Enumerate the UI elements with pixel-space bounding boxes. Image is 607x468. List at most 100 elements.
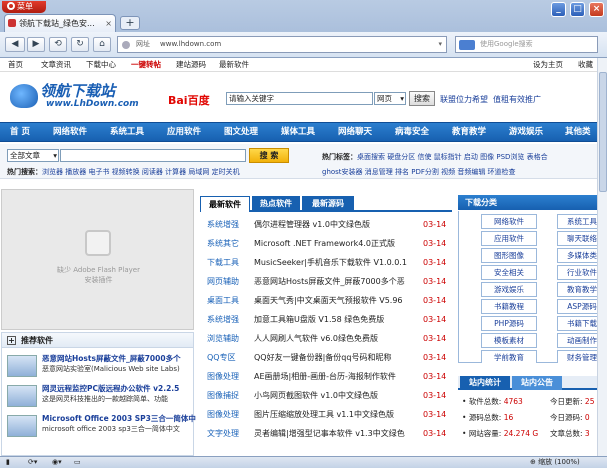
- hot-tags-row2[interactable]: ghost安装器 消息管理 排名 PDF分割 视频 音频编辑 环道检查: [322, 167, 516, 177]
- recommend-item[interactable]: Microsoft Office 2003 SP3三合一简体中 microsoft…: [7, 413, 196, 439]
- item-category[interactable]: 图像捕捉: [207, 386, 239, 406]
- flash-install-link[interactable]: 安装插件: [2, 275, 195, 285]
- nav-graphics[interactable]: 图文处理: [224, 123, 258, 142]
- list-item[interactable]: 下载工具 MusicSeeker|手机音乐下载软件 V1.0.0.1 03-14: [203, 253, 453, 273]
- speed-icon[interactable]: ◉▾: [52, 457, 62, 468]
- vertical-scrollbar[interactable]: [597, 58, 607, 456]
- forward-button[interactable]: ▶: [27, 37, 45, 52]
- list-item[interactable]: QQ专区 QQ好友一键备份器|备份qq号码和昵称 03-14: [203, 348, 453, 368]
- top-link-downloads[interactable]: 下载中心: [86, 58, 116, 71]
- item-category[interactable]: QQ专区: [207, 348, 236, 368]
- item-category[interactable]: 网页辅助: [207, 272, 239, 292]
- item-category[interactable]: 下载工具: [207, 253, 239, 273]
- list-item[interactable]: 浏览辅助 人人网刷人气软件 v6.0绿色免费版 03-14: [203, 329, 453, 349]
- nav-other[interactable]: 其他类: [565, 123, 591, 142]
- item-category[interactable]: 文字处理: [207, 424, 239, 444]
- panel-toggle-icon[interactable]: ▮: [6, 457, 10, 468]
- item-category[interactable]: 系统增强: [207, 310, 239, 330]
- address-dropdown-icon[interactable]: ▾: [438, 37, 442, 52]
- scrollbar-thumb[interactable]: [599, 72, 607, 192]
- search-engine-icon[interactable]: [459, 40, 475, 50]
- list-item[interactable]: 桌面工具 桌面天气秀|中文桌面天气预报软件 V5.96 03-14: [203, 291, 453, 311]
- header-link-2[interactable]: 值租有效推广: [493, 94, 541, 105]
- category-link[interactable]: 模板素材: [481, 333, 537, 348]
- address-bar[interactable]: 网址 www.lhdown.com ▾: [117, 36, 447, 53]
- item-title[interactable]: 加意工具箱U盘版 V1.58 绿色免费版: [254, 310, 421, 330]
- top-link-repost[interactable]: 一键转帖: [131, 58, 161, 71]
- category-link[interactable]: 图形图像: [481, 248, 537, 263]
- tab-site-notice[interactable]: 站内公告: [512, 376, 562, 390]
- item-title[interactable]: 人人网刷人气软件 v6.0绿色免费版: [254, 329, 421, 349]
- item-category[interactable]: 系统增强: [207, 215, 239, 235]
- nav-apps[interactable]: 应用软件: [167, 123, 201, 142]
- item-title[interactable]: 灵者编辑|增强型记事本软件 v1.3中文绿色: [254, 424, 421, 444]
- item-category[interactable]: 系统其它: [207, 234, 239, 254]
- list-item[interactable]: 图像处理 AE画册场|相册-画册-台历-海报制作软件 03-14: [203, 367, 453, 387]
- item-title[interactable]: 小鸟网页截图软件 v1.0中文绿色版: [254, 386, 421, 406]
- category-link[interactable]: 应用软件: [481, 231, 537, 246]
- top-link-latest[interactable]: 最新软件: [219, 58, 249, 71]
- site-search-input[interactable]: [60, 149, 246, 162]
- rewind-button[interactable]: ⟲: [49, 37, 67, 52]
- site-logo[interactable]: 领航下载站 www.LhDown.com: [10, 80, 139, 112]
- article-category-select[interactable]: 全部文章 ▾: [7, 149, 59, 162]
- recommend-item-title[interactable]: 网灵远程监控PC版远程办公软件 v2.2.5: [42, 383, 179, 394]
- item-title[interactable]: MusicSeeker|手机音乐下载软件 V1.0.0.1: [254, 253, 421, 273]
- category-link[interactable]: 安全相关: [481, 265, 537, 280]
- tab-hot-software[interactable]: 热点软件: [252, 196, 300, 212]
- item-title[interactable]: 偶尔进程管理器 v1.0中文绿色版: [254, 215, 421, 235]
- opera-menu-button[interactable]: 菜单: [2, 1, 46, 13]
- home-button[interactable]: ⌂: [93, 37, 111, 52]
- item-title[interactable]: 图片压缩缩放处理工具 v1.1中文绿色版: [254, 405, 421, 425]
- list-item[interactable]: 文字处理 灵者编辑|增强型记事本软件 v1.3中文绿色 03-14: [203, 424, 453, 444]
- list-item[interactable]: 图像捕捉 小鸟网页截图软件 v1.0中文绿色版 03-14: [203, 386, 453, 406]
- item-category[interactable]: 桌面工具: [207, 291, 239, 311]
- reload-button[interactable]: ↻: [71, 37, 89, 52]
- top-link-sethome[interactable]: 设为主页: [533, 58, 563, 71]
- hot-tags[interactable]: 桌面搜索 硬盘分区 信使 鼠标指针 启动 图像 PSD浏览 表格合: [357, 153, 548, 161]
- site-search-button[interactable]: 搜 索: [249, 148, 289, 163]
- list-item[interactable]: 系统增强 偶尔进程管理器 v1.0中文绿色版 03-14: [203, 215, 453, 235]
- tab-latest-source[interactable]: 最新源码: [302, 196, 354, 212]
- search-scope-select[interactable]: 网页 ▾: [374, 92, 406, 105]
- top-link-favorite[interactable]: 收藏: [578, 58, 593, 71]
- category-link[interactable]: 学前教育: [481, 350, 537, 363]
- category-link[interactable]: 网络软件: [481, 214, 537, 229]
- nav-media[interactable]: 媒体工具: [281, 123, 315, 142]
- keyword-input[interactable]: 请输入关键字: [226, 92, 373, 105]
- header-link-1[interactable]: 联盟位力希望: [440, 94, 488, 105]
- item-category[interactable]: 浏览辅助: [207, 329, 239, 349]
- search-field[interactable]: 使用Google搜索: [455, 36, 598, 53]
- browser-tab[interactable]: 领航下载站_绿色安... ×: [4, 14, 116, 32]
- nav-games[interactable]: 游戏娱乐: [509, 123, 543, 142]
- item-title[interactable]: Microsoft .NET Framework4.0正式版: [254, 234, 421, 254]
- item-category[interactable]: 图像处理: [207, 405, 239, 425]
- back-button[interactable]: ◀: [5, 37, 25, 52]
- nav-system[interactable]: 系统工具: [110, 123, 144, 142]
- zoom-indicator[interactable]: ⊕ 缩放 (100%): [530, 457, 580, 468]
- nav-chat[interactable]: 网络聊天: [338, 123, 372, 142]
- category-link[interactable]: 游戏娱乐: [481, 282, 537, 297]
- item-title[interactable]: QQ好友一键备份器|备份qq号码和昵称: [254, 348, 421, 368]
- recommend-item-title[interactable]: Microsoft Office 2003 SP3三合一简体中: [42, 413, 196, 424]
- baidu-search-button[interactable]: 搜索: [409, 91, 435, 106]
- recommend-item[interactable]: 网灵远程监控PC版远程办公软件 v2.2.5 这是网灵科技推出的一款越踪简单、功能: [7, 383, 193, 409]
- list-item[interactable]: 图像处理 图片压缩缩放处理工具 v1.1中文绿色版 03-14: [203, 405, 453, 425]
- nav-security[interactable]: 病毒安全: [395, 123, 429, 142]
- category-link[interactable]: 书籍教程: [481, 299, 537, 314]
- tab-site-stats[interactable]: 站内统计: [460, 376, 510, 390]
- recommend-item[interactable]: 恶意网站Hosts屏蔽文件_屏蔽7000多个 恶意网站实验室(Malicious …: [7, 353, 193, 379]
- top-link-home[interactable]: 首页: [8, 58, 23, 71]
- list-item[interactable]: 网页辅助 恶意网站Hosts屏蔽文件_屏蔽7000多个恶 03-14: [203, 272, 453, 292]
- tab-close-icon[interactable]: ×: [105, 15, 112, 32]
- nav-home[interactable]: 首 页: [10, 123, 30, 142]
- nav-network[interactable]: 网络软件: [53, 123, 87, 142]
- top-link-source[interactable]: 建站源码: [176, 58, 206, 71]
- hot-search-terms[interactable]: 浏览器 播放器 电子书 视频转换 阅读器 计算器 局域网 定时关机: [42, 168, 240, 176]
- item-title[interactable]: 桌面天气秀|中文桌面天气预报软件 V5.96: [254, 291, 421, 311]
- category-link[interactable]: PHP源码: [481, 316, 537, 331]
- item-title[interactable]: 恶意网站Hosts屏蔽文件_屏蔽7000多个恶: [254, 272, 421, 292]
- item-category[interactable]: 图像处理: [207, 367, 239, 387]
- list-item[interactable]: 系统其它 Microsoft .NET Framework4.0正式版 03-14: [203, 234, 453, 254]
- new-tab-button[interactable]: +: [120, 16, 140, 30]
